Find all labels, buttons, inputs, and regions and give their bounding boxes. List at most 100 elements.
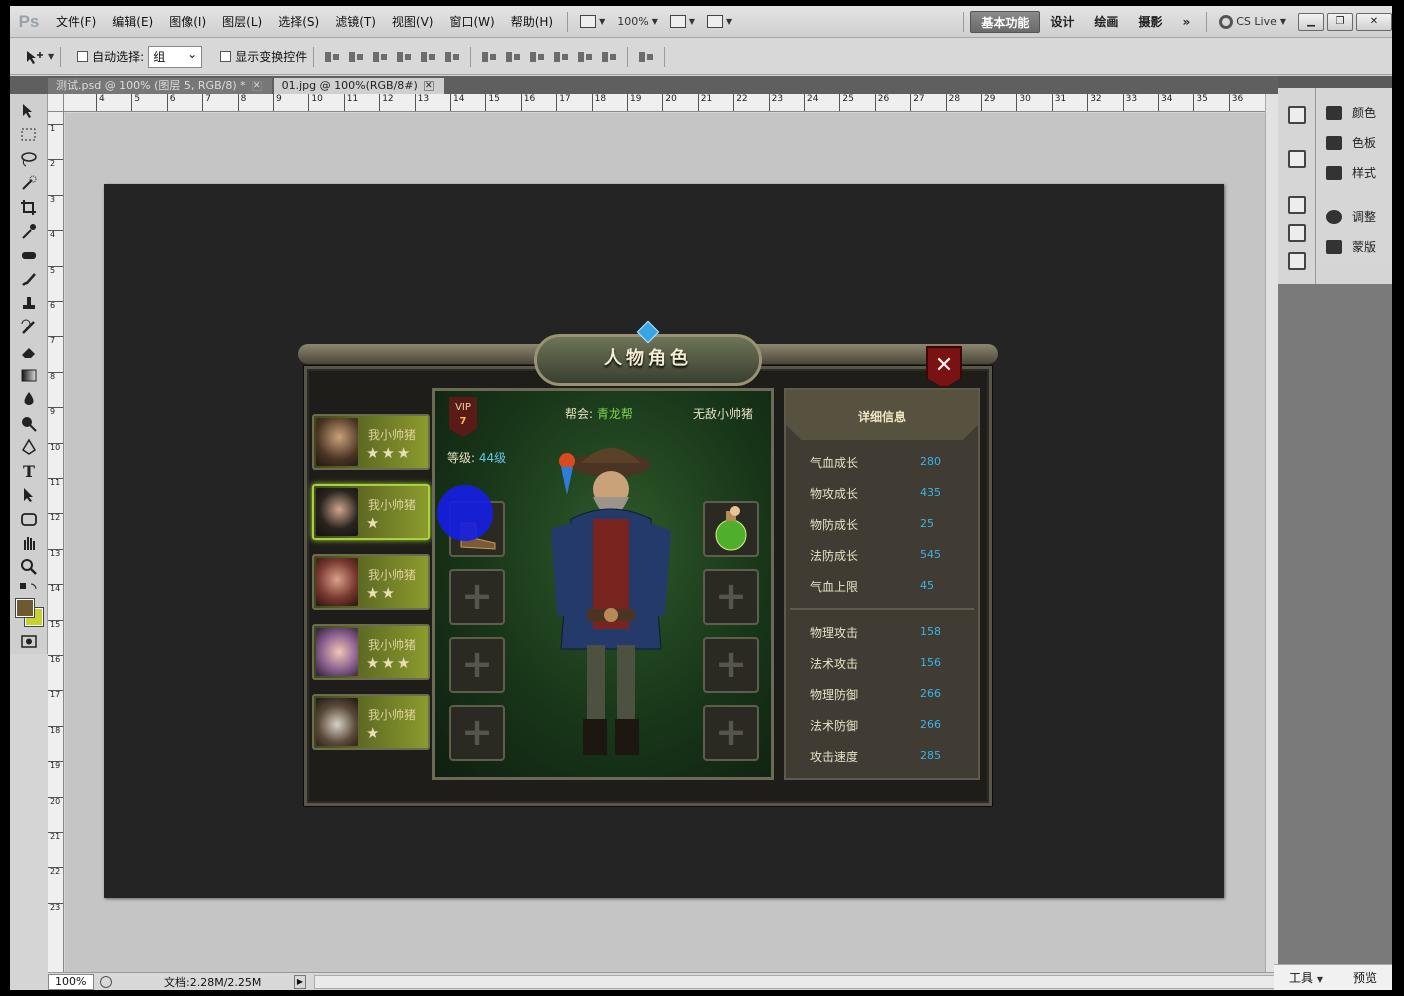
history-brush-tool[interactable] <box>19 318 39 336</box>
zoom-field[interactable]: 100% <box>48 973 94 990</box>
menu-window[interactable]: 窗口(W) <box>441 6 502 38</box>
equip-slot-potion[interactable] <box>703 501 759 557</box>
workspace-photography[interactable]: 摄影 <box>1128 11 1172 33</box>
hand-tool[interactable] <box>19 534 39 552</box>
workspace-design[interactable]: 设计 <box>1040 11 1084 33</box>
canvas-area[interactable]: 人物角色 ✕ 我小帅猪 ★★★ 我小帅猪 ★ 我小帅猪 ★★ 我小帅猪 ★★★ … <box>65 113 1265 973</box>
equip-slot-empty[interactable] <box>703 705 759 761</box>
screen-mode-button[interactable]: ▼ <box>701 15 738 28</box>
equip-slot-empty[interactable] <box>449 705 505 761</box>
workspace-more-button[interactable]: » <box>1172 11 1200 33</box>
status-menu-arrow[interactable]: ▶ <box>294 974 306 989</box>
ruler-origin[interactable] <box>48 94 64 112</box>
panel-masks[interactable]: 蒙版 <box>1326 238 1376 255</box>
align-hcenter-icon[interactable] <box>419 50 437 64</box>
minimize-button[interactable]: ▁ <box>1298 12 1324 31</box>
status-info-icon[interactable] <box>100 975 112 988</box>
menu-layer[interactable]: 图层(L) <box>214 6 270 38</box>
document-canvas[interactable]: 人物角色 ✕ 我小帅猪 ★★★ 我小帅猪 ★ 我小帅猪 ★★ 我小帅猪 ★★★ … <box>104 184 1224 898</box>
crop-tool[interactable] <box>19 198 39 216</box>
cs-live-button[interactable]: CS Live ▼ <box>1213 14 1292 29</box>
distribute-hcenter-icon[interactable] <box>576 50 594 64</box>
foreground-color-swatch[interactable] <box>15 598 35 618</box>
path-select-tool[interactable] <box>19 486 39 504</box>
distribute-left-icon[interactable] <box>552 50 570 64</box>
arrange-documents-button[interactable]: ▼ <box>664 15 701 28</box>
eraser-tool[interactable] <box>19 342 39 360</box>
character-card[interactable]: 我小帅猪 ★★★ <box>312 414 430 470</box>
auto-select-check[interactable] <box>77 51 89 62</box>
align-top-icon[interactable] <box>323 50 341 64</box>
character-card[interactable]: 我小帅猪 ★ <box>312 694 430 750</box>
panel-swatches[interactable]: 色板 <box>1326 134 1376 151</box>
zoom-level-dropdown[interactable]: 100% ▼ <box>611 15 664 28</box>
eyedropper-tool[interactable] <box>19 222 39 240</box>
panel-color[interactable]: 颜色 <box>1326 104 1376 121</box>
pen-tool[interactable] <box>19 438 39 456</box>
show-transform-checkbox[interactable]: 显示变换控件 <box>220 48 307 65</box>
auto-align-icon[interactable] <box>637 50 655 64</box>
move-tool[interactable] <box>19 102 39 120</box>
quick-select-tool[interactable] <box>19 174 39 192</box>
clone-stamp-tool[interactable] <box>19 294 39 312</box>
menu-select[interactable]: 选择(S) <box>270 6 327 38</box>
equip-slot-empty[interactable] <box>703 569 759 625</box>
launch-bridge-button[interactable]: ▼ <box>574 15 611 28</box>
close-window-button[interactable]: ✕ <box>1356 12 1392 31</box>
auto-select-checkbox[interactable]: 自动选择: <box>77 48 144 65</box>
quick-mask-button[interactable] <box>19 632 39 650</box>
panel-adjustments[interactable]: 调整 <box>1326 208 1376 225</box>
horizontal-scrollbar[interactable] <box>314 974 1278 989</box>
align-right-icon[interactable] <box>443 50 461 64</box>
equip-slot-empty[interactable] <box>449 637 505 693</box>
distribute-right-icon[interactable] <box>600 50 618 64</box>
horizontal-ruler[interactable]: 4 5 6 7 8 9 10 11 12 13 14 15 16 17 18 19 20 21 22 23 24 25 26… <box>64 94 1278 112</box>
layer-comps-icon[interactable] <box>1288 196 1306 214</box>
blur-tool[interactable] <box>19 390 39 408</box>
workspace-painting[interactable]: 绘画 <box>1084 11 1128 33</box>
dodge-tool[interactable] <box>19 414 39 432</box>
shape-tool[interactable] <box>19 510 39 528</box>
close-icon[interactable]: ✕ <box>251 81 262 91</box>
menu-edit[interactable]: 编辑(E) <box>104 6 161 38</box>
workspace-essentials[interactable]: 基本功能 <box>970 10 1041 33</box>
zoom-tool[interactable] <box>19 558 39 576</box>
vertical-scrollbar[interactable] <box>1265 94 1278 973</box>
panel-dock-header[interactable] <box>1278 76 1392 88</box>
marquee-tool[interactable] <box>19 126 39 144</box>
distribute-vcenter-icon[interactable] <box>504 50 522 64</box>
vertical-ruler[interactable]: 1 2 3 4 5 6 7 8 9 10 11 12 13 14 15 16 17 18 19 20 21 22 23 <box>48 112 64 974</box>
distribute-bottom-icon[interactable] <box>528 50 546 64</box>
panel-styles[interactable]: 样式 <box>1326 164 1376 181</box>
auto-select-dropdown[interactable]: 组 <box>148 44 203 68</box>
show-transform-check[interactable] <box>220 51 232 62</box>
brush-tool[interactable] <box>19 270 39 288</box>
distribute-top-icon[interactable] <box>480 50 498 64</box>
swap-colors-button[interactable] <box>19 582 39 594</box>
maximize-button[interactable]: ❐ <box>1327 12 1353 31</box>
gradient-tool[interactable] <box>19 366 39 384</box>
align-left-icon[interactable] <box>395 50 413 64</box>
lasso-tool[interactable] <box>19 150 39 168</box>
character-card[interactable]: 我小帅猪 ★★★ <box>312 624 430 680</box>
type-tool[interactable]: T <box>19 462 39 481</box>
tool-preset-picker[interactable]: ▼ <box>24 49 54 65</box>
tool-presets-icon[interactable] <box>1288 252 1306 270</box>
actions-icon[interactable] <box>1288 150 1306 168</box>
clone-source-icon[interactable] <box>1288 224 1306 242</box>
tools-tab[interactable]: 工具 ▼ <box>1289 969 1323 986</box>
menu-image[interactable]: 图像(I) <box>161 6 214 38</box>
preview-tab[interactable]: 预览 <box>1353 969 1377 986</box>
menu-view[interactable]: 视图(V) <box>384 6 442 38</box>
close-icon[interactable]: ✕ <box>423 81 434 91</box>
menu-help[interactable]: 帮助(H) <box>503 6 561 38</box>
tab-01-jpg[interactable]: 01.jpg @ 100%(RGB/8#) ✕ <box>273 78 444 94</box>
align-bottom-icon[interactable] <box>371 50 389 64</box>
character-card[interactable]: 我小帅猪 ★ <box>312 484 430 540</box>
menu-filter[interactable]: 滤镜(T) <box>327 6 384 38</box>
history-icon[interactable] <box>1288 106 1306 124</box>
tab-test-psd[interactable]: 测试.psd @ 100% (图层 5, RGB/8) * ✕ <box>48 78 272 94</box>
character-card[interactable]: 我小帅猪 ★★ <box>312 554 430 610</box>
equip-slot-empty[interactable] <box>449 569 505 625</box>
menu-file[interactable]: 文件(F) <box>48 6 104 38</box>
